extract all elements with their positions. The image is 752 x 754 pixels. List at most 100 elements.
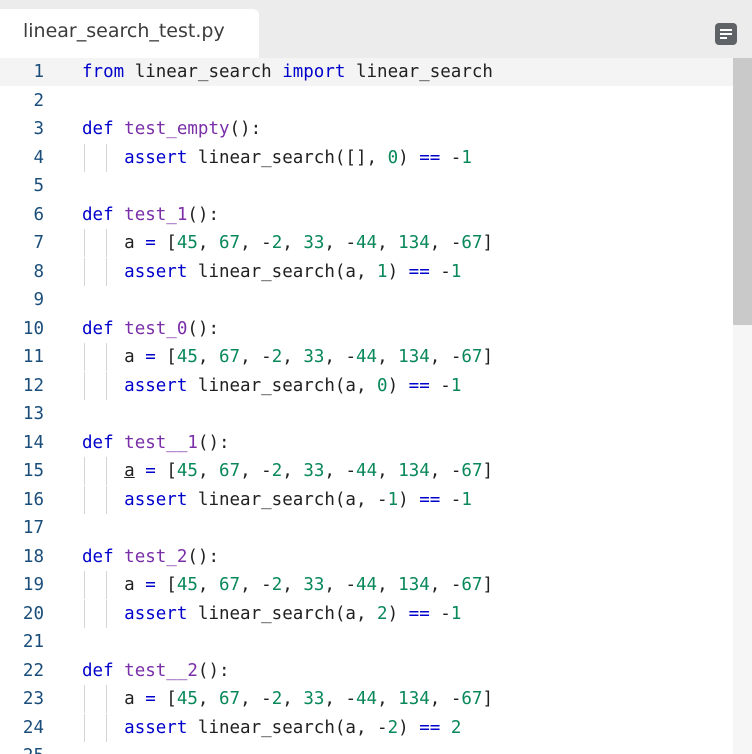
line-number: 22 [22, 660, 44, 681]
code-token: 2 [377, 603, 388, 624]
code-line[interactable]: 3 def test_empty(): [0, 115, 733, 143]
code-text: assert linear_search(a, -1) == -1 [82, 486, 472, 514]
code-token: ] [482, 689, 493, 709]
menu-button[interactable] [714, 22, 738, 46]
code-line[interactable]: 21 [0, 628, 733, 656]
code-token: 1 [461, 147, 472, 168]
code-token: 67 [461, 461, 483, 481]
code-token: def [82, 660, 114, 681]
code-token: linear_search(a, - [187, 717, 388, 738]
line-number: 7 [33, 233, 44, 253]
line-number: 17 [22, 518, 44, 538]
code-token: == [408, 261, 430, 282]
code-token: , [282, 233, 304, 253]
code-token: , - [429, 575, 462, 595]
code-token: , [197, 233, 219, 253]
code-token: 134 [398, 347, 430, 367]
line-number: 16 [22, 489, 44, 510]
vertical-scrollbar[interactable] [733, 58, 752, 754]
code-token: == [419, 717, 441, 738]
code-line[interactable]: 20 assert linear_search(a, 2) == -1 [0, 599, 733, 628]
code-line[interactable]: 2 [0, 87, 733, 115]
code-token: (): [187, 546, 219, 567]
line-number: 20 [22, 603, 44, 624]
code-token: def [82, 546, 114, 567]
code-line[interactable]: 1 from linear_search import linear_search [0, 58, 733, 86]
code-token: 1 [450, 261, 462, 282]
code-token: test_2 [124, 546, 188, 567]
line-number: 13 [22, 404, 44, 424]
code-line[interactable]: 13 [0, 400, 733, 428]
code-token: (): [229, 119, 262, 139]
code-line[interactable]: 8 assert linear_search(a, 1) == -1 [0, 257, 733, 286]
code-token: , - [240, 689, 272, 709]
code-token: 0 [377, 375, 388, 396]
line-number: 3 [33, 119, 44, 139]
code-line[interactable]: 14 def test__1(): [0, 429, 733, 457]
code-line[interactable]: 6 def test_1(): [0, 201, 733, 229]
code-token: linear_search [124, 62, 283, 82]
code-token: 67 [219, 575, 241, 595]
code-line[interactable]: 16 assert linear_search(a, -1) == -1 [0, 485, 733, 514]
code-token: 45 [176, 461, 198, 481]
code-line[interactable]: 7 a = [45, 67, -2, 33, -44, 134, -67] [0, 229, 733, 257]
code-line[interactable]: 24 assert linear_search(a, -2) == 2 [0, 713, 733, 742]
code-token: (): [197, 660, 230, 681]
code-token: linear_search [345, 62, 493, 82]
code-text: def test_empty(): [82, 115, 261, 143]
code-token: linear_search(a, - [187, 489, 388, 510]
code-token: - [429, 375, 451, 396]
code-token: 2 [271, 575, 283, 595]
code-token: ) [387, 375, 409, 396]
code-line[interactable]: 22 def test__2(): [0, 657, 733, 685]
code-line[interactable]: 17 [0, 514, 733, 542]
code-line[interactable]: 25 [0, 742, 733, 754]
code-line[interactable]: 10 def test_0(): [0, 315, 733, 343]
code-token: import [282, 62, 346, 82]
code-text: def test_1(): [82, 201, 219, 229]
code-token: , - [324, 347, 356, 367]
code-text: a = [45, 67, -2, 33, -44, 134, -67] [82, 571, 493, 599]
tab-linear-search-test[interactable]: linear_search_test.py [0, 9, 259, 58]
code-token: 1 [450, 375, 462, 396]
code-line[interactable]: 11 a = [45, 67, -2, 33, -44, 134, -67] [0, 343, 733, 371]
code-text: assert linear_search([], 0) == -1 [82, 144, 472, 172]
code-token: 44 [356, 575, 378, 595]
code-text: def test__2(): [82, 657, 230, 685]
code-token: ) [398, 147, 420, 168]
code-token: , [197, 461, 220, 481]
code-token: , [197, 575, 219, 595]
code-line[interactable]: 19 a = [45, 67, -2, 33, -44, 134, -67] [0, 571, 733, 599]
code-text: assert linear_search(a, 2) == -1 [82, 600, 461, 628]
code-token: , [282, 689, 304, 709]
code-token: 33 [303, 689, 325, 709]
code-editor[interactable]: 1 from linear_search import linear_search… [0, 58, 752, 754]
code-token: a [82, 575, 146, 595]
code-token: test__2 [124, 660, 198, 681]
code-line[interactable]: 12 assert linear_search(a, 0) == -1 [0, 371, 733, 400]
code-token: 2 [450, 717, 462, 738]
scrollbar-thumb[interactable] [733, 58, 752, 325]
code-token: , [377, 233, 399, 253]
code-token: 1 [461, 489, 472, 510]
code-token: assert [124, 717, 188, 738]
code-token: 67 [219, 461, 241, 481]
code-line[interactable]: 18 def test_2(): [0, 543, 733, 571]
code-token: assert [124, 261, 188, 282]
code-line[interactable]: 15 a = [45, 67, -2, 33, -44, 134, -67] [0, 457, 733, 485]
code-line[interactable]: 4 assert linear_search([], 0) == -1 [0, 143, 733, 172]
code-token: - [429, 603, 451, 624]
code-line[interactable]: 5 [0, 172, 733, 200]
code-token: 2 [271, 689, 283, 709]
code-text: assert linear_search(a, 1) == -1 [82, 258, 461, 286]
code-token: - [440, 147, 462, 168]
code-token: (): [197, 432, 230, 453]
code-token: 45 [176, 233, 198, 253]
code-token: 45 [176, 347, 198, 367]
code-line[interactable]: 9 [0, 286, 733, 314]
code-token: == [419, 147, 441, 168]
code-line[interactable]: 23 a = [45, 67, -2, 33, -44, 134, -67] [0, 685, 733, 713]
